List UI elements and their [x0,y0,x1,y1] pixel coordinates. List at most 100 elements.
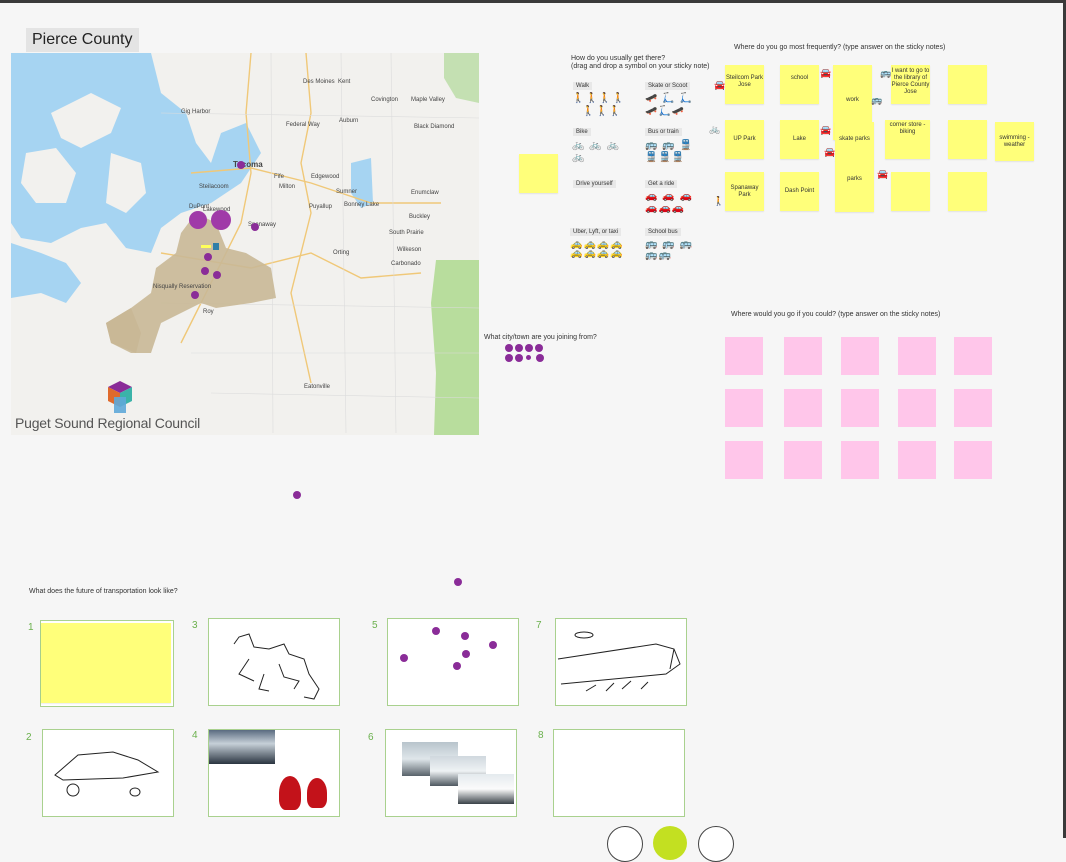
map-marker[interactable] [213,271,221,279]
panel-number: 3 [192,620,198,631]
sticky-note-pink[interactable] [725,441,763,479]
future-panel-1[interactable] [40,620,174,707]
bus-icon[interactable]: 🚌 [871,95,882,106]
city-dot[interactable] [535,344,543,352]
sticky-note[interactable] [948,65,987,104]
map-marker[interactable] [211,210,231,230]
city-dot[interactable] [526,355,531,360]
map-marker[interactable] [189,211,207,229]
city-dot[interactable] [515,354,523,362]
pierce-county-map[interactable]: Des Moines Kent Covington Maple Valley G… [11,53,479,435]
map-sticky-marker[interactable] [201,245,211,248]
car-icon[interactable]: 🚘 [820,68,831,79]
map-marker[interactable] [201,267,209,275]
future-panel-8[interactable] [553,729,685,817]
sticky-note[interactable]: skate parks [835,122,874,161]
nav-prev-button[interactable] [607,826,643,862]
panel-dot[interactable] [432,627,440,635]
walk-icons[interactable]: 🚶🚶🚶 [582,106,622,117]
stray-dot[interactable] [293,491,301,499]
schoolbus-icons[interactable]: 🚌🚌 [645,250,672,261]
panel-dot[interactable] [453,662,461,670]
skate-icons[interactable]: 🛹🛴🛹 [645,106,685,117]
bus-icon[interactable]: 🚌 [880,68,891,79]
sticky-note-pink[interactable] [898,389,936,427]
car-icon[interactable]: 🚘 [877,169,888,180]
future-panel-3[interactable] [208,618,340,706]
car-icon[interactable]: 🚘 [714,80,725,91]
city-dot[interactable] [536,354,544,362]
sticky-note-pink[interactable] [841,441,879,479]
sticky-note-pink[interactable] [898,337,936,375]
bus-icon[interactable] [213,243,219,250]
future-panel-7[interactable] [555,618,687,706]
sticky-note[interactable] [948,172,987,211]
car-icon[interactable]: 🚘 [824,147,835,158]
panel-dot[interactable] [489,641,497,649]
sticky-note-pink[interactable] [841,337,879,375]
bus-icons[interactable]: 🚆🚆🚆 [645,152,685,163]
walk-icons[interactable]: 🚶🚶🚶🚶 [572,93,626,104]
sticky-note[interactable]: parks [835,160,874,212]
sticky-note[interactable]: Dash Point [780,172,819,211]
mode-label-drive: Drive yourself [573,180,616,188]
nav-next-button[interactable] [698,826,734,862]
panel-dot[interactable] [461,632,469,640]
map-marker[interactable] [191,291,199,299]
map-marker[interactable] [251,223,259,231]
city-dot[interactable] [525,344,533,352]
sticky-note[interactable] [519,154,558,193]
nav-current-button[interactable] [653,826,687,860]
bike-icons[interactable]: 🚲 🚲 🚲 [572,140,620,151]
bus-icons[interactable]: 🚌 🚌 🚆 [645,140,693,151]
sticky-note-pink[interactable] [784,337,822,375]
taxi-icons[interactable]: 🚕🚕🚕🚕 [570,248,624,259]
sticky-note[interactable]: Lake [780,120,819,159]
train-photo [209,730,275,764]
sticky-note-pink[interactable] [954,337,992,375]
future-panel-4[interactable] [208,729,340,817]
car-icon[interactable]: 🚘 [820,125,831,136]
ride-icons[interactable]: 🚗🚗🚗 [645,203,685,214]
sticky-note-pink[interactable] [784,441,822,479]
map-label: Federal Way [286,122,320,128]
ride-icons[interactable]: 🚗 🚗 🚗 [645,191,693,202]
sticky-note[interactable]: swimming - weather [995,122,1034,161]
sticky-note[interactable] [41,623,171,703]
board-title[interactable]: Pierce County [26,28,139,52]
city-dot[interactable] [505,354,513,362]
map-marker[interactable] [204,253,212,261]
sticky-note-pink[interactable] [784,389,822,427]
map-label: Puyallup [309,204,333,210]
city-dot[interactable] [505,344,513,352]
panel-number: 4 [192,730,198,741]
bike-icon[interactable]: 🚲 [709,124,720,135]
walk-icon[interactable]: 🚶 [713,196,724,207]
sticky-note-pink[interactable] [954,389,992,427]
sticky-note[interactable]: Steilcom Park Jose [725,65,764,104]
sticky-note-pink[interactable] [725,337,763,375]
future-panel-5[interactable] [387,618,519,706]
stray-dot[interactable] [454,578,462,586]
skate-icons[interactable]: 🛹 🛴 🛴 [645,93,693,104]
drawing-sketch [54,751,160,797]
sticky-note[interactable]: I want to go to the library of Pierce Co… [891,65,930,104]
sticky-note-pink[interactable] [841,389,879,427]
future-panel-2[interactable] [42,729,174,817]
sticky-note[interactable]: school [780,65,819,104]
map-marker[interactable] [237,161,245,169]
sticky-note[interactable] [891,172,930,211]
sticky-note-pink[interactable] [954,441,992,479]
panel-dot[interactable] [400,654,408,662]
sticky-note[interactable] [948,120,987,159]
panel-dot[interactable] [462,650,470,658]
future-panel-6[interactable] [385,729,517,817]
bike-icons[interactable]: 🚲 [572,152,585,163]
sticky-note-pink[interactable] [898,441,936,479]
sticky-note[interactable]: UP Park [725,120,764,159]
sticky-note[interactable]: corner store - biking [885,120,930,159]
city-dot[interactable] [515,344,523,352]
sticky-note[interactable]: Spanaway Park [725,172,764,211]
schoolbus-icons[interactable]: 🚌 🚌 🚌 [645,239,693,250]
sticky-note-pink[interactable] [725,389,763,427]
